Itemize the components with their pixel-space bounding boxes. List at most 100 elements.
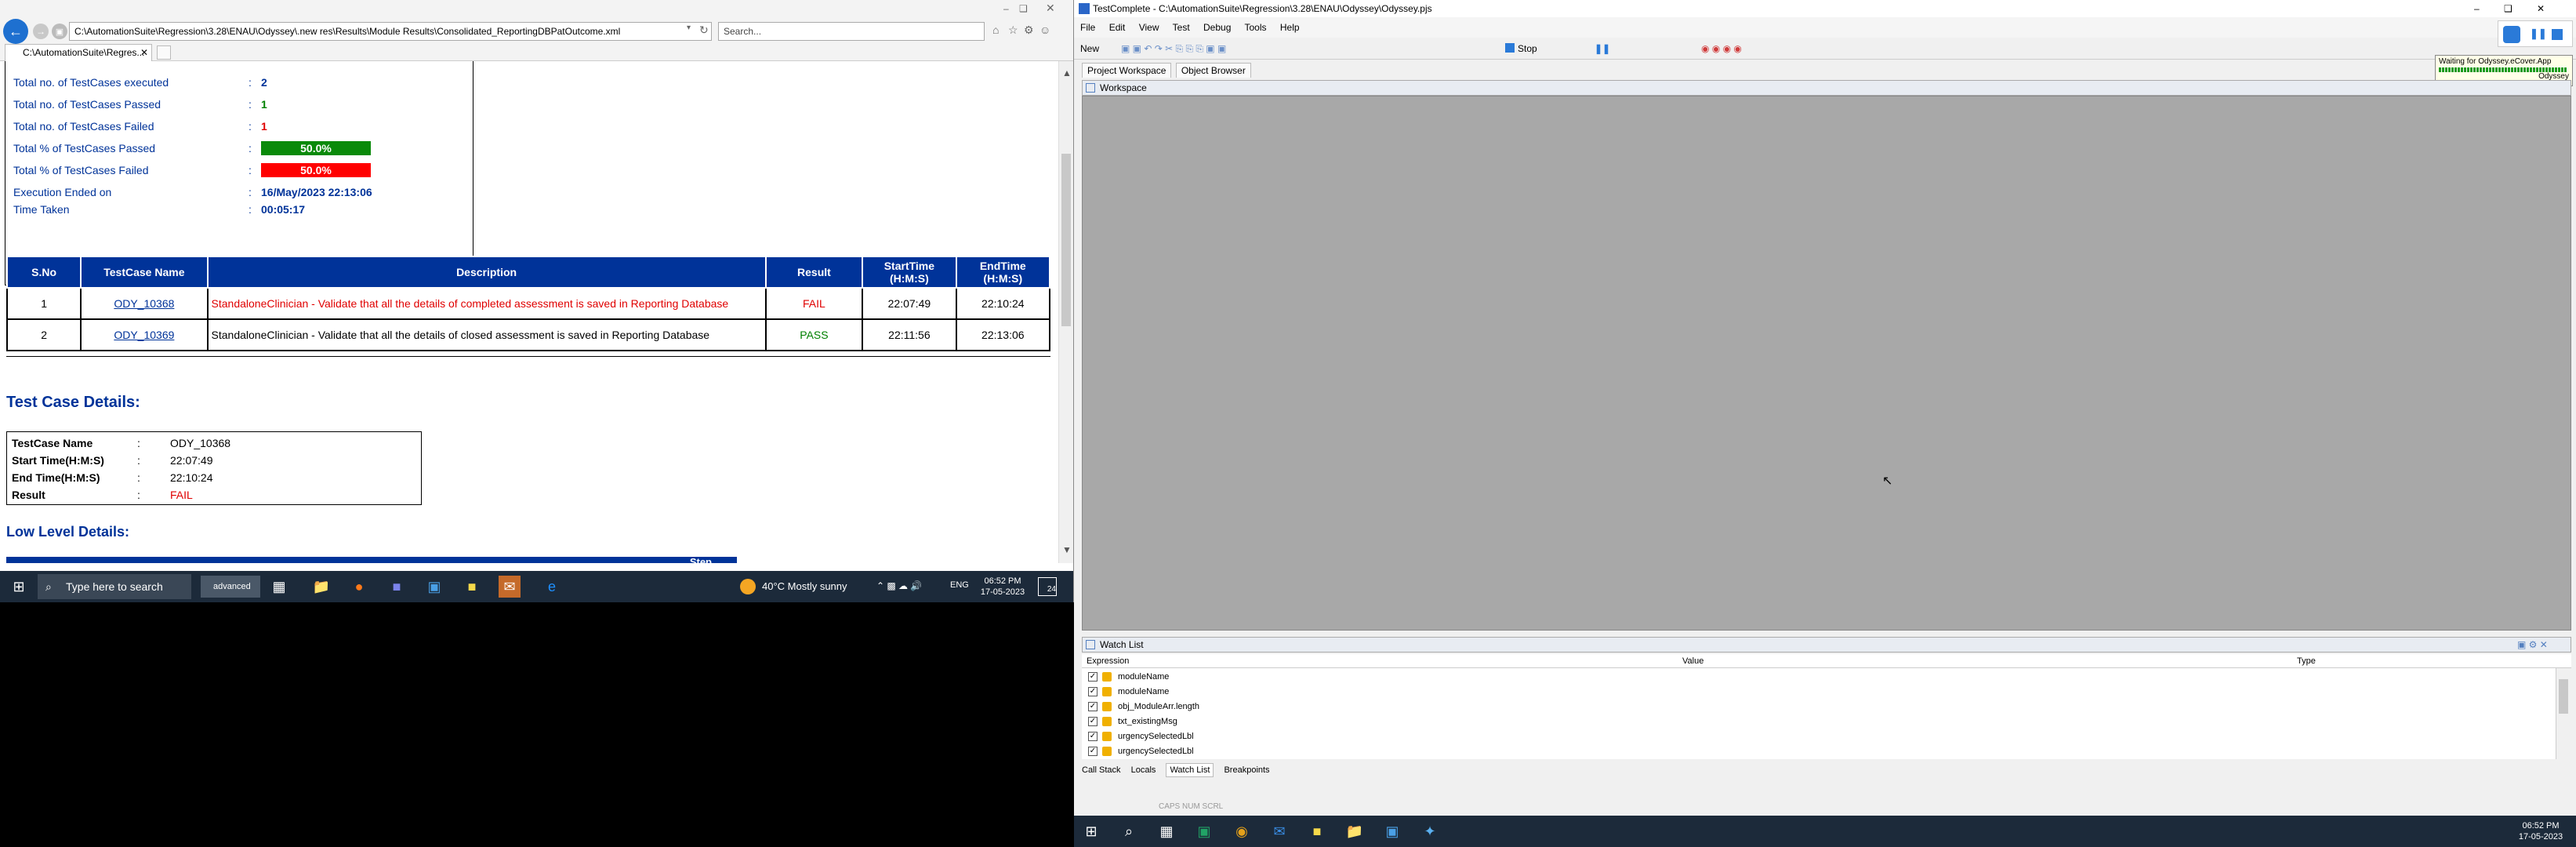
teams-icon[interactable]: ■ bbox=[386, 576, 408, 598]
col-expression[interactable]: Expression bbox=[1087, 654, 1129, 668]
close-icon[interactable]: ✕ bbox=[1046, 2, 1055, 15]
list-item[interactable]: ✓ urgencySelectedLbl bbox=[1088, 729, 1194, 743]
taskbar-search[interactable]: ⌕ Type here to search bbox=[38, 574, 191, 599]
tab-object-browser[interactable]: Object Browser bbox=[1175, 63, 1251, 78]
chrome-icon[interactable]: ◉ bbox=[1231, 820, 1253, 842]
list-item[interactable]: ✓ moduleName bbox=[1088, 685, 1169, 699]
sticky-notes-icon[interactable]: ■ bbox=[1306, 820, 1328, 842]
notification-icon[interactable]: 24 bbox=[1038, 577, 1057, 596]
close-icon[interactable]: ✕ bbox=[2537, 0, 2545, 17]
new-button[interactable]: New bbox=[1080, 43, 1099, 54]
search-icon[interactable]: ⌕ bbox=[1118, 820, 1140, 842]
scroll-thumb[interactable] bbox=[2559, 679, 2568, 714]
tab-locals[interactable]: Locals bbox=[1131, 765, 1156, 775]
watch-checkbox[interactable]: ✓ bbox=[1088, 717, 1098, 726]
col-result: Result bbox=[764, 256, 864, 289]
refresh-icon[interactable]: ↻ bbox=[699, 24, 709, 37]
favorites-icon[interactable]: ☆ bbox=[1008, 24, 1018, 37]
taskbar-clock[interactable]: 06:52 PM 17-05-2023 bbox=[2513, 820, 2568, 842]
testcase-link[interactable]: ODY_10369 bbox=[114, 329, 174, 341]
col-type[interactable]: Type bbox=[2297, 654, 2316, 668]
minimize-icon[interactable]: – bbox=[1003, 3, 1009, 14]
testcase-link[interactable]: ODY_10368 bbox=[114, 297, 174, 310]
tab-call-stack[interactable]: Call Stack bbox=[1082, 765, 1121, 775]
testcomplete-icon[interactable]: ✦ bbox=[1419, 820, 1441, 842]
browser-tab[interactable]: C:\AutomationSuite\Regres... ✕ bbox=[5, 44, 152, 61]
smiley-icon[interactable]: ☺ bbox=[1039, 24, 1050, 36]
list-item[interactable]: ✓ txt_existingMsg bbox=[1088, 714, 1177, 729]
watch-checkbox[interactable]: ✓ bbox=[1088, 672, 1098, 682]
back-button[interactable]: ← bbox=[3, 19, 28, 44]
tab-close-icon[interactable]: ✕ bbox=[140, 45, 148, 60]
watch-list: ✓ moduleName ✓ moduleName ✓ obj_ModuleArr.l… bbox=[1082, 668, 2556, 759]
panel-controls[interactable]: ▣ ⚙ ✕ bbox=[2517, 638, 2548, 652]
list-item[interactable]: ✓ moduleName bbox=[1088, 670, 1169, 684]
menu-help[interactable]: Help bbox=[1280, 22, 1300, 33]
scroll-thumb[interactable] bbox=[1061, 154, 1071, 326]
workspace-title: Workspace bbox=[1100, 82, 1147, 93]
address-bar[interactable]: C:\AutomationSuite\Regression\3.28\ENAU\… bbox=[69, 22, 712, 41]
summary-label: Total no. of TestCases Passed bbox=[13, 98, 161, 111]
stop-button[interactable]: Stop bbox=[1518, 38, 1537, 60]
col-value[interactable]: Value bbox=[1682, 654, 1703, 668]
list-item[interactable]: ✓ urgencySelectedLbl bbox=[1088, 744, 1194, 758]
language-indicator[interactable]: ENG bbox=[950, 580, 969, 590]
outlook-icon[interactable]: ✉ bbox=[1268, 820, 1290, 842]
windows-start-icon[interactable]: ⊞ bbox=[8, 576, 30, 598]
watch-checkbox[interactable]: ✓ bbox=[1088, 687, 1098, 696]
minimize-icon[interactable]: – bbox=[2474, 0, 2480, 17]
file-explorer-icon[interactable]: 📁 bbox=[1344, 820, 1366, 842]
tray-icons[interactable]: ⌃ ▩ ☁ 🔊 bbox=[876, 580, 922, 591]
excel-icon[interactable]: ▣ bbox=[1193, 820, 1215, 842]
firefox-icon[interactable]: ● bbox=[348, 576, 370, 598]
scroll-down-icon[interactable]: ▼ bbox=[1062, 544, 1072, 555]
tab-breakpoints[interactable]: Breakpoints bbox=[1224, 765, 1269, 775]
list-item[interactable]: ✓ obj_ModuleArr.length bbox=[1088, 700, 1199, 714]
summary-label: Total no. of TestCases Failed bbox=[13, 120, 154, 133]
stop-icon[interactable] bbox=[1505, 43, 1515, 53]
restore-icon[interactable]: ❑ bbox=[1019, 3, 1028, 14]
menu-test[interactable]: Test bbox=[1173, 22, 1190, 33]
watch-checkbox[interactable]: ✓ bbox=[1088, 747, 1098, 756]
task-view-icon[interactable]: ▦ bbox=[1156, 820, 1177, 842]
forward-button[interactable]: → bbox=[33, 24, 49, 39]
app-icon[interactable]: ▣ bbox=[1381, 820, 1403, 842]
recording-controls[interactable]: ❚❚ bbox=[2498, 20, 2573, 47]
pause-icon[interactable]: ❚❚ bbox=[2530, 27, 2547, 40]
home-icon[interactable]: ⌂ bbox=[992, 24, 999, 36]
stop-icon[interactable] bbox=[2552, 29, 2563, 40]
watch-scrollbar[interactable] bbox=[2556, 668, 2570, 759]
new-tab-button[interactable] bbox=[157, 45, 171, 60]
search-box[interactable]: Search... bbox=[718, 22, 985, 41]
menu-file[interactable]: File bbox=[1080, 22, 1095, 33]
summary-value: 1 bbox=[261, 120, 267, 133]
menu-tools[interactable]: Tools bbox=[1245, 22, 1267, 33]
ie-icon[interactable]: e bbox=[541, 576, 563, 598]
summary-row-time: Time Taken : 00:05:17 bbox=[13, 201, 305, 218]
toolbar-icons[interactable]: ▣ ▣ ↶ ↷ ✂ ⎘ ⎘ ⎘ ▣ ▣ bbox=[1121, 38, 1226, 60]
watch-checkbox[interactable]: ✓ bbox=[1088, 702, 1098, 711]
taskbar-clock[interactable]: 06:52 PM 17-05-2023 bbox=[975, 576, 1030, 598]
app-icon[interactable]: ▣ bbox=[423, 576, 445, 598]
menu-edit[interactable]: Edit bbox=[1109, 22, 1126, 33]
restore-icon[interactable]: ❑ bbox=[2504, 0, 2513, 17]
tab-watch-list[interactable]: Watch List bbox=[1166, 763, 1214, 777]
scroll-up-icon[interactable]: ▲ bbox=[1062, 67, 1072, 78]
menu-debug[interactable]: Debug bbox=[1203, 22, 1231, 33]
file-explorer-icon[interactable]: 📁 bbox=[310, 576, 332, 598]
watch-checkbox[interactable]: ✓ bbox=[1088, 732, 1098, 741]
settings-gear-icon[interactable]: ⚙ bbox=[1024, 24, 1034, 37]
outlook-icon[interactable]: ✉ bbox=[499, 576, 521, 598]
windows-start-icon[interactable]: ⊞ bbox=[1080, 820, 1102, 842]
weather-icon bbox=[740, 579, 756, 594]
summary-colon: : bbox=[249, 164, 252, 176]
tab-project-workspace[interactable]: Project Workspace bbox=[1082, 63, 1172, 78]
task-view-icon[interactable]: ▦ bbox=[268, 576, 290, 598]
dropdown-icon[interactable]: ▾ bbox=[687, 24, 691, 32]
sticky-notes-icon[interactable]: ■ bbox=[461, 576, 483, 598]
advanced-app-button[interactable]: advanced bbox=[201, 576, 260, 598]
record-icons[interactable]: ◉ ◉ ◉ ◉ bbox=[1701, 38, 1742, 60]
menu-view[interactable]: View bbox=[1139, 22, 1159, 33]
pause-icon[interactable]: ❚❚ bbox=[1595, 38, 1610, 60]
variable-icon bbox=[1102, 672, 1112, 682]
